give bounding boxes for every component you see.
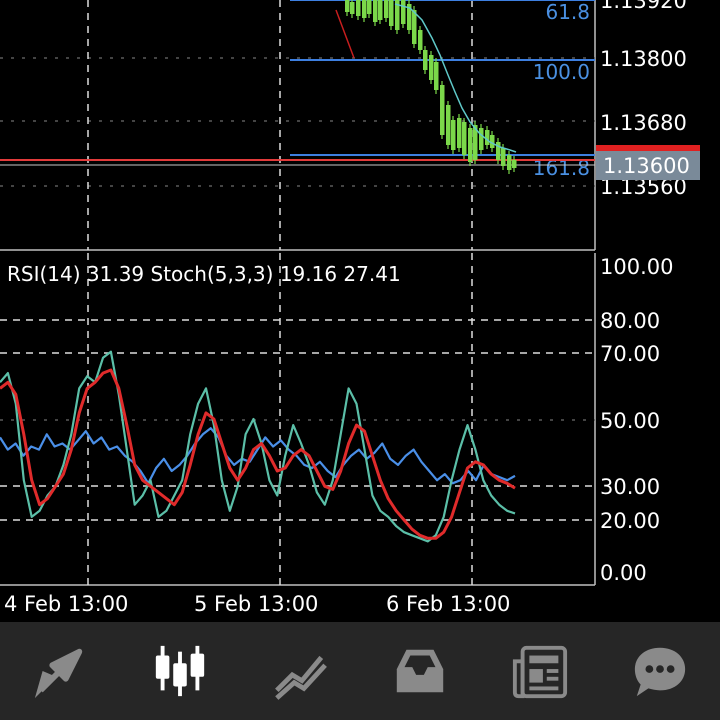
time-label-1: 4 Feb 13:00 xyxy=(4,592,128,616)
candle xyxy=(373,0,378,22)
price-label-2: 1.13800 xyxy=(600,47,687,71)
candle xyxy=(501,148,506,166)
inbox-tray-icon xyxy=(396,649,444,693)
candle xyxy=(434,62,439,90)
chat-bubble-icon xyxy=(634,647,686,697)
indicator-label-20: 20.00 xyxy=(600,509,660,533)
candle xyxy=(507,155,512,170)
candle xyxy=(423,50,428,70)
nav-news[interactable] xyxy=(505,636,575,706)
indicator-header: RSI(14) 31.39 Stoch(5,3,3) 19.16 27.41 xyxy=(7,262,401,286)
indicator-label-80: 80.00 xyxy=(600,309,660,333)
indicator-lines xyxy=(0,350,516,543)
candle xyxy=(367,0,372,14)
fib-level-61-8: 61.8 xyxy=(545,0,590,24)
bottom-navigation xyxy=(0,622,720,720)
candle xyxy=(429,55,434,80)
indicator-label-70: 70.00 xyxy=(600,342,660,366)
nav-messages[interactable] xyxy=(625,636,695,706)
candle xyxy=(412,10,417,44)
candle xyxy=(457,118,462,148)
candle xyxy=(401,0,406,24)
time-axis: 4 Feb 13:00 5 Feb 13:00 6 Feb 13:00 xyxy=(4,592,510,616)
price-label-3: 1.13680 xyxy=(600,111,687,135)
candle xyxy=(418,30,423,50)
trend-lines-icon xyxy=(275,655,327,700)
rsi-line xyxy=(0,427,516,485)
nav-quotes[interactable] xyxy=(265,636,335,706)
newspaper-icon xyxy=(512,645,568,699)
candle xyxy=(479,128,484,150)
candle xyxy=(468,128,473,162)
indicator-axis: 100.00 80.00 70.00 50.00 30.00 20.00 0.0… xyxy=(600,255,673,585)
candle xyxy=(451,120,456,150)
candle xyxy=(389,0,394,26)
candle xyxy=(362,0,367,18)
indicator-label-30: 30.00 xyxy=(600,475,660,499)
candle xyxy=(512,160,517,168)
candle xyxy=(378,0,383,20)
candle xyxy=(356,0,361,16)
candle xyxy=(462,122,467,155)
indicator-label-50: 50.00 xyxy=(600,409,660,433)
candlestick-series xyxy=(345,0,517,174)
candle xyxy=(446,105,451,145)
time-label-2: 5 Feb 13:00 xyxy=(194,592,318,616)
price-grid xyxy=(0,0,595,250)
nav-history[interactable] xyxy=(385,636,455,706)
fib-level-100: 100.0 xyxy=(533,60,590,84)
candle xyxy=(384,0,389,18)
indicator-label-0: 0.00 xyxy=(600,561,647,585)
candle xyxy=(485,130,490,145)
nav-chart[interactable] xyxy=(145,636,215,706)
indicator-grid xyxy=(0,253,595,585)
time-label-3: 6 Feb 13:00 xyxy=(386,592,510,616)
chart-area[interactable]: 61.8 100.0 161.8 1.13920 1.13800 1.13680… xyxy=(0,0,720,622)
fibonacci-trend-line[interactable] xyxy=(335,9,355,59)
trade-arrows-icon xyxy=(34,648,83,699)
nav-trade[interactable] xyxy=(25,636,95,706)
current-price-value: 1.13600 xyxy=(603,154,690,178)
indicator-label-100: 100.00 xyxy=(600,255,673,279)
price-label-1: 1.13920 xyxy=(600,0,687,13)
candlestick-chart-icon xyxy=(155,645,205,697)
candle xyxy=(440,85,445,135)
current-price-tag: 1.13600 xyxy=(596,145,700,180)
candle xyxy=(350,2,355,14)
candle xyxy=(345,0,350,12)
